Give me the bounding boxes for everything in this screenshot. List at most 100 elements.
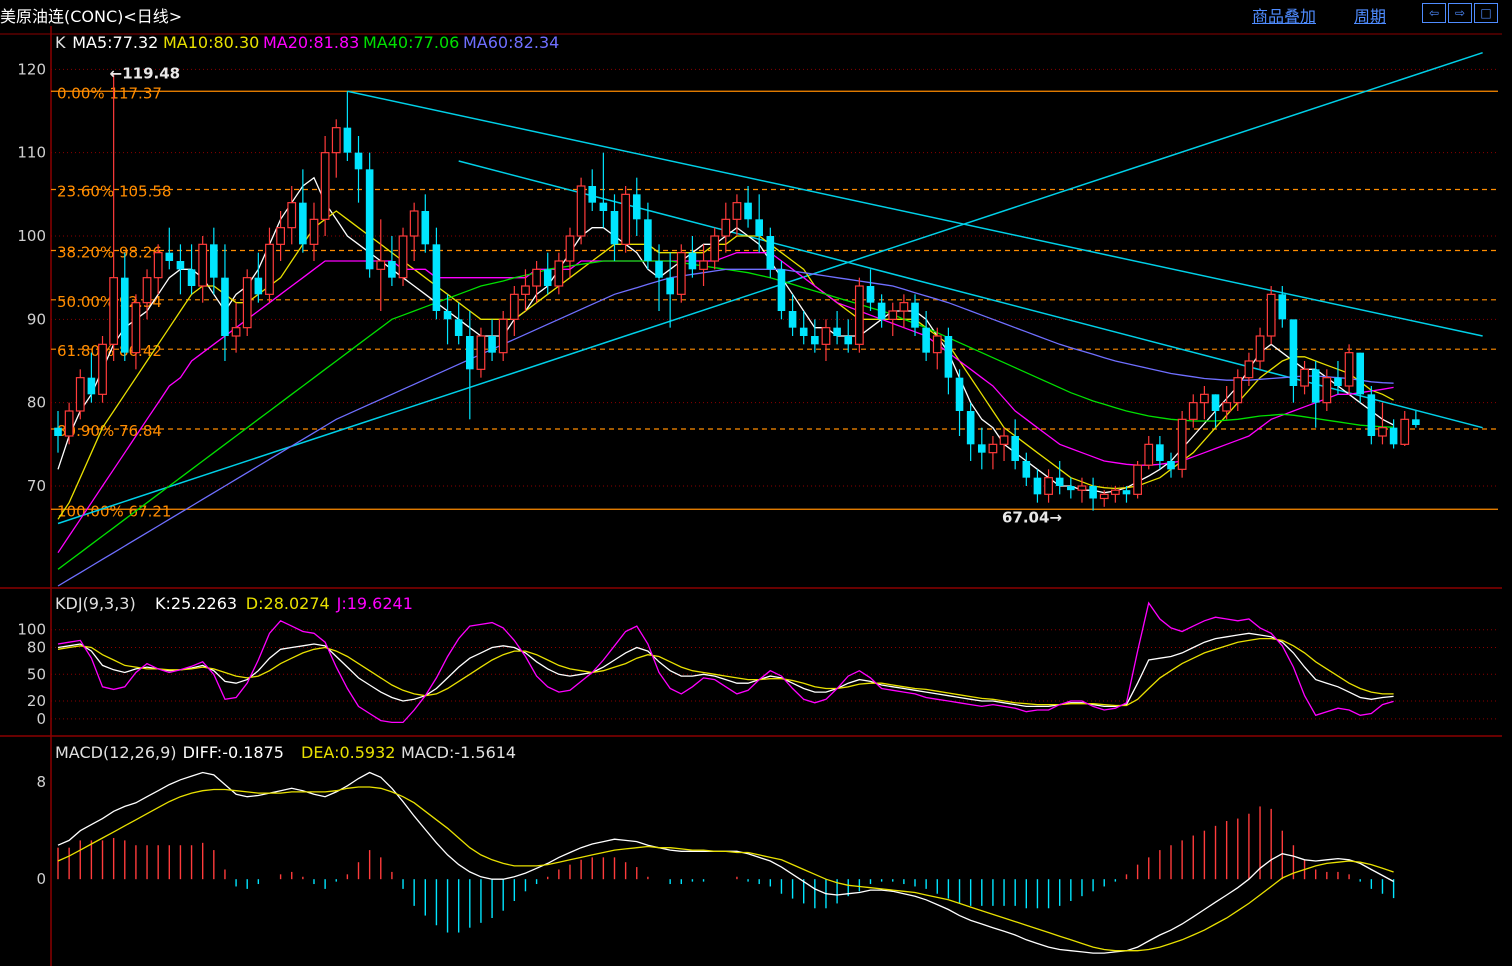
candle-body xyxy=(811,336,819,345)
candle-body xyxy=(1244,360,1254,379)
price-tick-label: 90 xyxy=(27,310,46,328)
candle-body xyxy=(443,311,452,320)
candle-body xyxy=(87,377,96,395)
candle-body xyxy=(1055,477,1064,486)
candle-body xyxy=(666,277,674,295)
candle-body xyxy=(320,152,330,220)
candle-body xyxy=(1011,436,1019,461)
candle-body xyxy=(1412,419,1420,425)
candle-body xyxy=(766,236,775,270)
title-bar: 美原油连(CONC)<日线> 商品叠加 周期 ⇦ ⇨ □ xyxy=(0,0,1512,26)
kdj-legend-item-0: KDJ(9,3,3) xyxy=(55,594,136,613)
candle-body xyxy=(153,252,163,279)
price-legend-item-4: MA40:77.06 xyxy=(363,33,459,52)
kdj-j-line xyxy=(57,601,1394,724)
candle-body xyxy=(799,327,808,336)
window-icon[interactable]: □ xyxy=(1474,3,1498,23)
candle-body xyxy=(644,219,652,261)
candle-body xyxy=(398,235,408,279)
macd-panel[interactable]: 0 8 MACD(12,26,9) DIFF:-0.1875 DEA:0.5932 MAC… xyxy=(36,743,1395,954)
candle-body xyxy=(532,268,541,287)
candle-body xyxy=(565,235,575,262)
candle-body xyxy=(1099,493,1109,500)
candle-body xyxy=(1044,477,1053,495)
candle-body xyxy=(509,293,519,320)
candle-body xyxy=(621,193,631,245)
macd-tick-label: 8 xyxy=(36,773,46,791)
candle-body xyxy=(1077,485,1087,491)
candle-body xyxy=(599,202,608,211)
candle-body xyxy=(1199,393,1209,404)
price-panel[interactable]: 7080901001101200.00% 117.3723.60% 105.58… xyxy=(17,33,1498,587)
extreme-price-label: 67.04→ xyxy=(1002,509,1062,527)
candle-body xyxy=(1188,402,1198,420)
candle-body xyxy=(1177,418,1187,470)
candle-body xyxy=(655,261,663,278)
candle-body xyxy=(1122,490,1131,495)
nav-left-icon[interactable]: ⇦ xyxy=(1422,3,1446,23)
candle-body xyxy=(1133,464,1143,495)
candle-body xyxy=(254,277,263,295)
candle-body xyxy=(1255,335,1265,362)
candle-body xyxy=(421,211,430,245)
candle-body xyxy=(498,318,508,354)
candle-body xyxy=(1344,352,1354,387)
period-link[interactable]: 周期 xyxy=(1354,3,1386,27)
candle-body xyxy=(788,311,797,328)
candle-body xyxy=(676,252,686,295)
candle-body xyxy=(988,443,998,454)
kdj-d-line xyxy=(57,637,1394,707)
candle-body xyxy=(466,336,474,370)
candle-body xyxy=(109,277,119,345)
candle-body xyxy=(721,218,731,237)
candle-body xyxy=(388,261,396,278)
candle-body xyxy=(899,302,909,312)
kdj-panel[interactable]: 020 50 80100 KDJ(9,3,3) K:25.2263 D:28.0274 J:… xyxy=(17,594,1498,728)
chart-frame xyxy=(0,26,1502,966)
candle-body xyxy=(187,269,196,286)
kdj-tick-label: 100 xyxy=(17,621,46,639)
candle-body xyxy=(966,411,975,445)
macd-legend-item-2: DEA:0.5932 xyxy=(301,743,395,762)
extreme-price-label: ←119.48 xyxy=(110,65,180,83)
candle-body xyxy=(854,285,864,345)
candle-body xyxy=(98,343,107,395)
candle-body xyxy=(632,194,641,220)
macd-legend-item-3: MACD:-1.5614 xyxy=(401,743,516,762)
candle-body xyxy=(576,185,586,237)
candle-body xyxy=(198,243,208,287)
candle-body xyxy=(265,243,274,295)
candle-body xyxy=(866,286,875,303)
chart-area[interactable]: 7080901001101200.00% 117.3723.60% 105.58… xyxy=(0,26,1502,966)
candle-body xyxy=(1389,427,1398,445)
candle-body xyxy=(877,302,886,320)
candle-body xyxy=(131,302,141,354)
candle-body xyxy=(1278,294,1287,320)
candle-body xyxy=(844,336,853,345)
price-tick-label: 70 xyxy=(27,477,46,495)
candle-body xyxy=(999,435,1009,445)
candle-body xyxy=(210,244,218,278)
overlay-link[interactable]: 商品叠加 xyxy=(1252,3,1316,27)
kdj-k-line xyxy=(57,632,1394,708)
candle-body xyxy=(1156,444,1164,461)
price-tick-label: 80 xyxy=(27,394,46,412)
candle-body xyxy=(454,319,463,336)
price-legend-item-3: MA20:81.83 xyxy=(263,33,359,52)
instrument-title: 美原油连(CONC)<日线> xyxy=(0,7,183,26)
candle-body xyxy=(1378,427,1387,437)
candle-body xyxy=(732,202,742,220)
candle-body xyxy=(142,277,152,304)
candle-body xyxy=(343,127,352,153)
candle-body xyxy=(1400,418,1410,445)
price-tick-label: 100 xyxy=(17,227,46,245)
kdj-tick-label: 20 xyxy=(27,692,46,710)
candle-body xyxy=(476,335,486,370)
candle-body xyxy=(54,427,62,436)
candle-body xyxy=(309,218,319,245)
candle-body xyxy=(710,235,720,262)
nav-right-icon[interactable]: ⇨ xyxy=(1448,3,1472,23)
candle-body xyxy=(120,277,129,353)
candle-body xyxy=(299,202,307,245)
candle-body xyxy=(1233,377,1243,404)
